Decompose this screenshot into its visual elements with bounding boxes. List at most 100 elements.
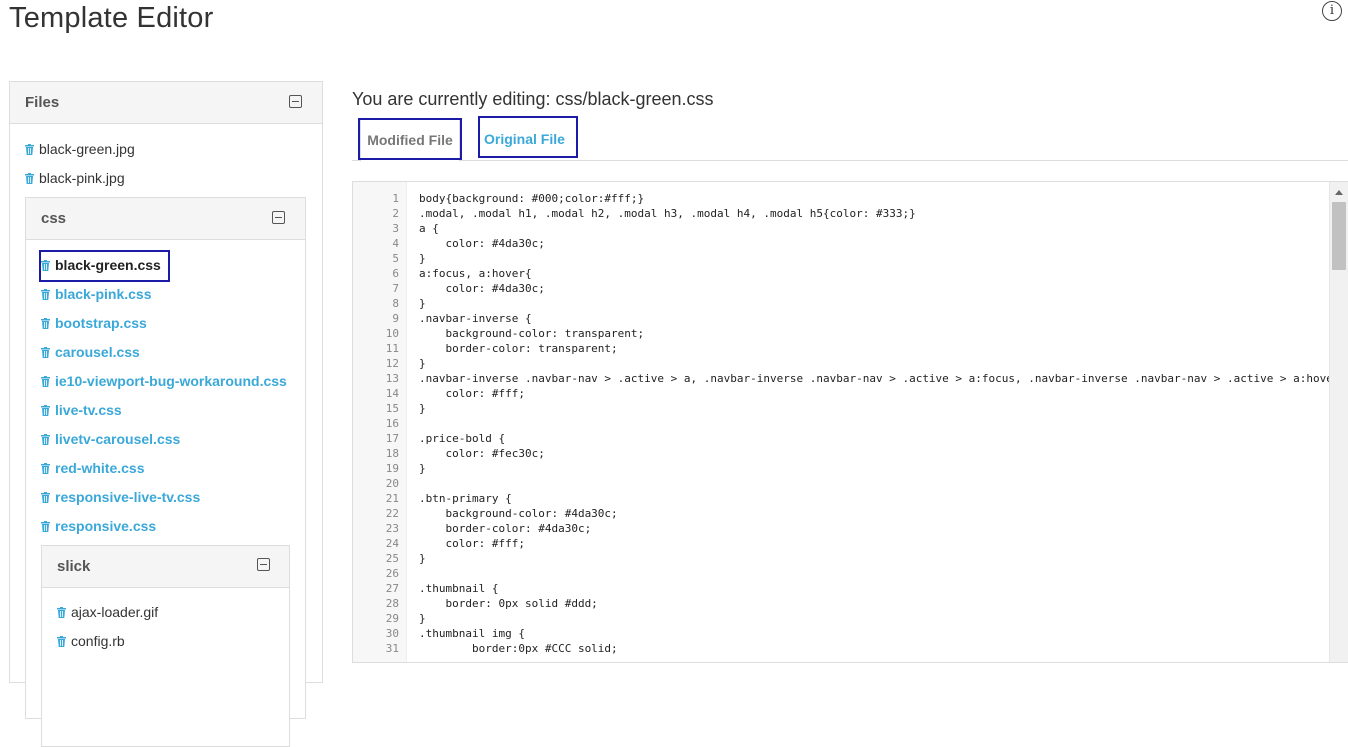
code-line[interactable]: border: 0px solid #ddd; bbox=[419, 596, 597, 611]
trash-icon[interactable] bbox=[41, 286, 50, 300]
files-panel-header: Files bbox=[10, 82, 322, 124]
line-number: 5 bbox=[392, 252, 399, 265]
code-line[interactable]: } bbox=[419, 356, 426, 371]
code-line[interactable]: } bbox=[419, 296, 426, 311]
file-item[interactable]: carousel.css bbox=[41, 343, 140, 361]
file-item[interactable]: black-pink.jpg bbox=[25, 169, 125, 187]
file-name: livetv-carousel.css bbox=[55, 431, 181, 447]
line-number: 20 bbox=[385, 477, 399, 490]
code-line[interactable]: } bbox=[419, 461, 426, 476]
code-line[interactable]: background-color: transparent; bbox=[419, 326, 644, 341]
code-line[interactable]: .modal, .modal h1, .modal h2, .modal h3,… bbox=[419, 206, 916, 221]
scroll-up-arrow-icon[interactable] bbox=[1335, 190, 1343, 195]
file-item[interactable]: black-green.jpg bbox=[25, 140, 135, 158]
file-name: responsive-live-tv.css bbox=[55, 489, 201, 505]
folder-slick-header: slick bbox=[42, 546, 289, 588]
collapse-icon[interactable] bbox=[272, 211, 285, 224]
line-number: 30 bbox=[385, 627, 399, 640]
line-number: 12 bbox=[385, 357, 399, 370]
file-item[interactable]: responsive.css bbox=[41, 517, 156, 535]
code-line[interactable]: .thumbnail { bbox=[419, 581, 498, 596]
trash-icon[interactable] bbox=[57, 633, 66, 647]
line-number: 9 bbox=[392, 312, 399, 325]
code-line[interactable]: } bbox=[419, 611, 426, 626]
line-number: 1 bbox=[392, 192, 399, 205]
code-line[interactable]: color: #4da30c; bbox=[419, 281, 544, 296]
line-number: 13 bbox=[385, 372, 399, 385]
trash-icon[interactable] bbox=[41, 489, 50, 503]
trash-icon[interactable] bbox=[25, 170, 34, 184]
file-item[interactable]: responsive-live-tv.css bbox=[41, 488, 200, 506]
code-line[interactable]: } bbox=[419, 251, 426, 266]
file-name: ajax-loader.gif bbox=[71, 604, 159, 620]
collapse-icon[interactable] bbox=[257, 558, 270, 571]
tabs-divider bbox=[352, 160, 1348, 161]
collapse-icon[interactable] bbox=[289, 95, 302, 108]
file-name: responsive.css bbox=[55, 518, 157, 534]
code-line[interactable]: body{background: #000;color:#fff;} bbox=[419, 191, 644, 206]
code-line[interactable]: } bbox=[419, 401, 426, 416]
file-item[interactable]: black-green.css bbox=[41, 256, 161, 274]
info-icon[interactable]: i bbox=[1322, 1, 1342, 21]
trash-icon[interactable] bbox=[41, 344, 50, 358]
code-line[interactable]: border:0px #CCC solid; bbox=[419, 641, 618, 656]
file-item[interactable]: livetv-carousel.css bbox=[41, 430, 180, 448]
editor-scrollbar[interactable] bbox=[1329, 182, 1348, 662]
file-item[interactable]: bootstrap.css bbox=[41, 314, 147, 332]
code-line[interactable]: a:focus, a:hover{ bbox=[419, 266, 532, 281]
tab-modified-file[interactable]: Modified File bbox=[360, 119, 460, 162]
code-line[interactable]: color: #fff; bbox=[419, 386, 524, 401]
code-line[interactable]: color: #fec30c; bbox=[419, 446, 544, 461]
code-line[interactable]: color: #fff; bbox=[419, 536, 524, 551]
file-name: carousel.css bbox=[55, 344, 140, 360]
line-number: 10 bbox=[385, 327, 399, 340]
code-line[interactable]: border-color: #4da30c; bbox=[419, 521, 591, 536]
file-item[interactable]: red-white.css bbox=[41, 459, 144, 477]
line-number: 25 bbox=[385, 552, 399, 565]
code-line[interactable]: .thumbnail img { bbox=[419, 626, 525, 641]
trash-icon[interactable] bbox=[41, 460, 50, 474]
code-editor[interactable]: 1 body{background: #000;color:#fff;} 2 .mod… bbox=[352, 181, 1348, 663]
tab-original-file[interactable]: Original File bbox=[480, 119, 580, 160]
line-number: 28 bbox=[385, 597, 399, 610]
trash-icon[interactable] bbox=[41, 518, 50, 532]
code-line[interactable]: .navbar-inverse .navbar-nav > .active > … bbox=[419, 371, 1346, 386]
trash-icon[interactable] bbox=[41, 431, 50, 445]
file-name: red-white.css bbox=[55, 460, 145, 476]
file-item[interactable]: ie10-viewport-bug-workaround.css bbox=[41, 372, 287, 390]
line-number: 18 bbox=[385, 447, 399, 460]
files-panel-title: Files bbox=[25, 94, 60, 111]
code-line[interactable]: border-color: transparent; bbox=[419, 341, 617, 356]
file-name: black-green.jpg bbox=[39, 141, 135, 157]
folder-css: css black-green.css black-pink.css bootstr… bbox=[25, 197, 306, 747]
scroll-thumb[interactable] bbox=[1332, 202, 1346, 270]
file-item[interactable]: black-pink.css bbox=[41, 285, 152, 303]
file-name: bootstrap.css bbox=[55, 315, 147, 331]
code-line[interactable]: .navbar-inverse { bbox=[419, 311, 532, 326]
code-line[interactable]: } bbox=[419, 551, 426, 566]
line-number: 29 bbox=[385, 612, 399, 625]
trash-icon[interactable] bbox=[41, 315, 50, 329]
line-number: 3 bbox=[392, 222, 399, 235]
trash-icon[interactable] bbox=[41, 373, 50, 387]
line-number: 17 bbox=[385, 432, 399, 445]
file-item[interactable]: ajax-loader.gif bbox=[57, 603, 158, 621]
files-panel: Files black-green.jpg black-pink.jpg css … bbox=[9, 81, 323, 747]
trash-icon[interactable] bbox=[25, 141, 34, 155]
code-line[interactable]: color: #4da30c; bbox=[419, 236, 544, 251]
folder-css-title: css bbox=[41, 210, 67, 227]
file-item[interactable]: live-tv.css bbox=[41, 401, 122, 419]
folder-slick-title: slick bbox=[57, 558, 91, 575]
trash-icon[interactable] bbox=[57, 604, 66, 618]
code-line[interactable]: a { bbox=[419, 221, 439, 236]
code-line[interactable]: background-color: #4da30c; bbox=[419, 506, 617, 521]
line-number: 26 bbox=[385, 567, 399, 580]
trash-icon[interactable] bbox=[41, 257, 50, 271]
trash-icon[interactable] bbox=[41, 402, 50, 416]
code-line[interactable]: .price-bold { bbox=[419, 431, 505, 446]
line-number: 27 bbox=[385, 582, 399, 595]
code-line[interactable]: .btn-primary { bbox=[419, 491, 512, 506]
file-item[interactable]: config.rb bbox=[57, 632, 125, 650]
line-number: 11 bbox=[385, 342, 399, 355]
folder-css-header: css bbox=[26, 198, 305, 240]
